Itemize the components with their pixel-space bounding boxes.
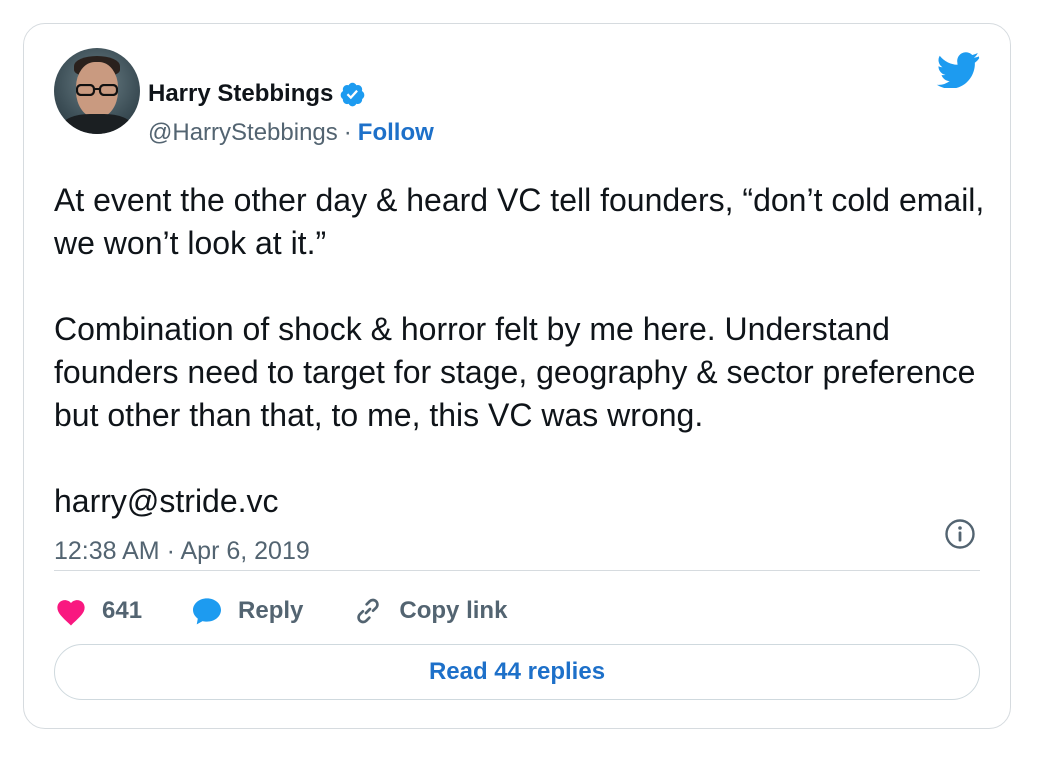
copy-link-label: Copy link bbox=[399, 597, 508, 624]
tweet-actions: 641 Reply Copy link bbox=[54, 591, 555, 631]
like-button[interactable]: 641 bbox=[54, 596, 142, 626]
speech-bubble-icon bbox=[193, 598, 222, 625]
meta-separator: · bbox=[166, 537, 175, 565]
tweet-email: harry@stride.vc bbox=[54, 483, 279, 519]
author-handle[interactable]: @HarryStebbings bbox=[148, 119, 338, 147]
tweet-timestamp[interactable]: 12:38 AM · Apr 6, 2019 bbox=[54, 537, 310, 566]
tweet-card: Harry Stebbings @HarryStebbings · Follow… bbox=[23, 23, 1011, 729]
follow-button[interactable]: Follow bbox=[358, 119, 434, 147]
read-replies-label: Read 44 replies bbox=[428, 658, 606, 685]
copy-link-button[interactable]: Copy link bbox=[351, 595, 507, 627]
avatar[interactable] bbox=[54, 48, 140, 134]
author-name-row: Harry Stebbings bbox=[148, 80, 366, 108]
verified-badge-icon bbox=[341, 82, 365, 106]
like-count: 641 bbox=[102, 597, 143, 624]
tweet-paragraph: At event the other day & heard VC tell f… bbox=[54, 182, 985, 261]
reply-button[interactable]: Reply bbox=[190, 595, 303, 627]
info-icon[interactable] bbox=[944, 518, 976, 550]
twitter-bird-icon[interactable] bbox=[936, 52, 980, 88]
handle-separator: · bbox=[343, 119, 352, 146]
read-replies-button[interactable]: Read 44 replies bbox=[54, 644, 980, 700]
heart-icon bbox=[57, 600, 85, 626]
tweet-text: At event the other day & heard VC tell f… bbox=[54, 179, 994, 523]
divider bbox=[54, 570, 980, 571]
author-handle-row: @HarryStebbings · Follow bbox=[148, 119, 434, 147]
reply-label: Reply bbox=[238, 597, 304, 624]
link-icon bbox=[357, 598, 380, 624]
tweet-time: 12:38 AM bbox=[54, 537, 160, 565]
tweet-date: Apr 6, 2019 bbox=[180, 537, 310, 565]
author-name[interactable]: Harry Stebbings bbox=[148, 80, 333, 108]
tweet-paragraph: Combination of shock & horror felt by me… bbox=[54, 311, 976, 433]
